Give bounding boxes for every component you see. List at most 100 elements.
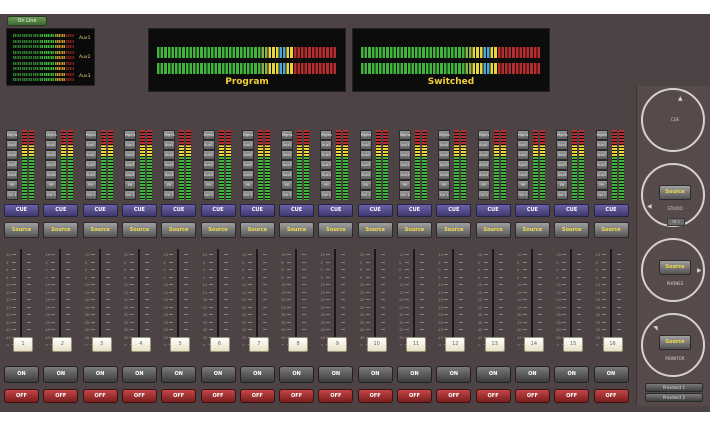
source-select-button[interactable]: Pfl — [320, 180, 333, 190]
fader-track[interactable] — [530, 249, 533, 345]
source-select-button[interactable]: Aux3 — [163, 160, 176, 170]
source-select-button[interactable]: Aux4 — [438, 170, 451, 180]
source-select-button[interactable]: Aux4 — [6, 170, 18, 180]
source-select-button[interactable]: Ovl 1 — [163, 190, 176, 200]
on-button[interactable]: ON — [554, 366, 590, 383]
source-select-button[interactable]: Aux4 — [84, 170, 97, 180]
fader-knob[interactable]: 5 — [170, 337, 191, 352]
source-select-button[interactable]: Aux3 — [595, 160, 608, 170]
off-button[interactable]: OFF — [200, 389, 236, 403]
source-select-button[interactable]: Aux3 — [45, 160, 58, 170]
off-button[interactable]: OFF — [397, 389, 432, 403]
source-select-button[interactable]: Aux4 — [241, 170, 254, 180]
source-select-button[interactable]: Aux1 — [516, 140, 529, 150]
off-button[interactable]: OFF — [161, 389, 197, 403]
source-select-button[interactable]: Aux2 — [320, 150, 333, 160]
studio-source-button[interactable]: Source — [659, 185, 691, 200]
on-button[interactable]: ON — [514, 366, 550, 383]
source-select-button[interactable]: Ovl 1 — [123, 190, 136, 200]
source-select-button[interactable]: Pfl — [163, 180, 176, 190]
fader-track[interactable] — [216, 249, 219, 345]
fader-track[interactable] — [20, 249, 22, 345]
source-select-button[interactable]: Pfl — [241, 180, 254, 190]
on-button[interactable]: ON — [239, 366, 275, 383]
cue-button[interactable]: CUE — [554, 204, 590, 217]
source-select-button[interactable]: Aux4 — [399, 170, 411, 180]
source-select-button[interactable]: Aux3 — [320, 160, 333, 170]
off-button[interactable]: OFF — [239, 389, 275, 403]
source-select-button[interactable]: Aux4 — [123, 170, 136, 180]
source-select-button[interactable]: Mgms — [516, 130, 529, 140]
source-button[interactable]: Source — [161, 222, 197, 238]
cue-button[interactable]: CUE — [593, 204, 629, 217]
phones-dial[interactable]: ▶ Source PHONES — [641, 238, 705, 302]
source-button[interactable]: Source — [121, 222, 157, 238]
source-select-button[interactable]: Ovl 1 — [45, 190, 58, 200]
source-select-button[interactable]: Aux2 — [556, 150, 569, 160]
source-select-button[interactable]: Mgms — [438, 130, 451, 140]
fader-track[interactable] — [452, 249, 455, 345]
source-select-button[interactable]: Mgms — [45, 130, 58, 140]
cue-button[interactable]: CUE — [43, 204, 79, 217]
on-button[interactable]: ON — [4, 366, 39, 383]
source-select-button[interactable]: Ovl 1 — [556, 190, 569, 200]
off-button[interactable]: OFF — [121, 389, 157, 403]
source-button[interactable]: Source — [239, 222, 275, 238]
source-select-button[interactable]: Pfl — [6, 180, 18, 190]
source-select-button[interactable]: Ovl 1 — [84, 190, 97, 200]
source-select-button[interactable]: Aux4 — [45, 170, 58, 180]
source-select-button[interactable]: Mgms — [320, 130, 333, 140]
fader-knob[interactable]: 7 — [248, 337, 269, 352]
source-select-button[interactable]: Aux1 — [359, 140, 372, 150]
fader-track[interactable] — [570, 249, 573, 345]
source-select-button[interactable]: Aux3 — [438, 160, 451, 170]
fader-knob[interactable]: 16 — [602, 337, 623, 352]
source-select-button[interactable]: Aux3 — [281, 160, 294, 170]
source-select-button[interactable]: Aux4 — [163, 170, 176, 180]
source-select-button[interactable]: Ovl 1 — [438, 190, 451, 200]
source-select-button[interactable]: Aux3 — [202, 160, 215, 170]
source-select-button[interactable]: Aux4 — [477, 170, 490, 180]
fader-knob[interactable]: 6 — [209, 337, 230, 352]
cue-button[interactable]: CUE — [514, 204, 550, 217]
source-button[interactable]: Source — [200, 222, 236, 238]
source-select-button[interactable]: Ovl 1 — [241, 190, 254, 200]
source-button[interactable]: Source — [4, 222, 39, 238]
source-select-button[interactable]: Aux1 — [123, 140, 136, 150]
fader-knob[interactable]: 8 — [288, 337, 309, 352]
source-select-button[interactable]: Aux1 — [438, 140, 451, 150]
cue-button[interactable]: CUE — [475, 204, 511, 217]
source-select-button[interactable]: Pfl — [84, 180, 97, 190]
on-button[interactable]: ON — [161, 366, 197, 383]
on-button[interactable]: ON — [43, 366, 79, 383]
on-button[interactable]: ON — [279, 366, 315, 383]
source-select-button[interactable]: Aux4 — [556, 170, 569, 180]
source-select-button[interactable]: Mgms — [241, 130, 254, 140]
cue-button[interactable]: CUE — [357, 204, 393, 217]
preselect-1-button[interactable]: Preselect 1 — [645, 383, 703, 392]
on-button[interactable]: ON — [121, 366, 157, 383]
source-select-button[interactable]: Aux2 — [84, 150, 97, 160]
off-button[interactable]: OFF — [43, 389, 79, 403]
source-button[interactable]: Source — [357, 222, 393, 238]
source-select-button[interactable]: Mgms — [399, 130, 411, 140]
fader-track[interactable] — [255, 249, 258, 345]
cue-button[interactable]: CUE — [161, 204, 197, 217]
off-button[interactable]: OFF — [4, 389, 39, 403]
source-select-button[interactable]: Aux4 — [359, 170, 372, 180]
source-select-button[interactable]: Aux2 — [438, 150, 451, 160]
source-select-button[interactable]: Ovl 1 — [595, 190, 608, 200]
source-select-button[interactable]: Ovl 1 — [399, 190, 411, 200]
fader-track[interactable] — [609, 249, 612, 345]
source-button[interactable]: Source — [436, 222, 472, 238]
source-select-button[interactable]: Aux2 — [281, 150, 294, 160]
source-select-button[interactable]: Aux3 — [84, 160, 97, 170]
cue-button[interactable]: CUE — [239, 204, 275, 217]
source-select-button[interactable]: Aux2 — [359, 150, 372, 160]
source-select-button[interactable]: Pfl — [477, 180, 490, 190]
source-select-button[interactable]: Mgms — [359, 130, 372, 140]
monitor-dial[interactable]: ◥ Source MONITOR — [641, 313, 705, 377]
fader-knob[interactable]: 2 — [52, 337, 73, 352]
source-select-button[interactable]: Aux4 — [320, 170, 333, 180]
source-select-button[interactable]: Aux4 — [516, 170, 529, 180]
